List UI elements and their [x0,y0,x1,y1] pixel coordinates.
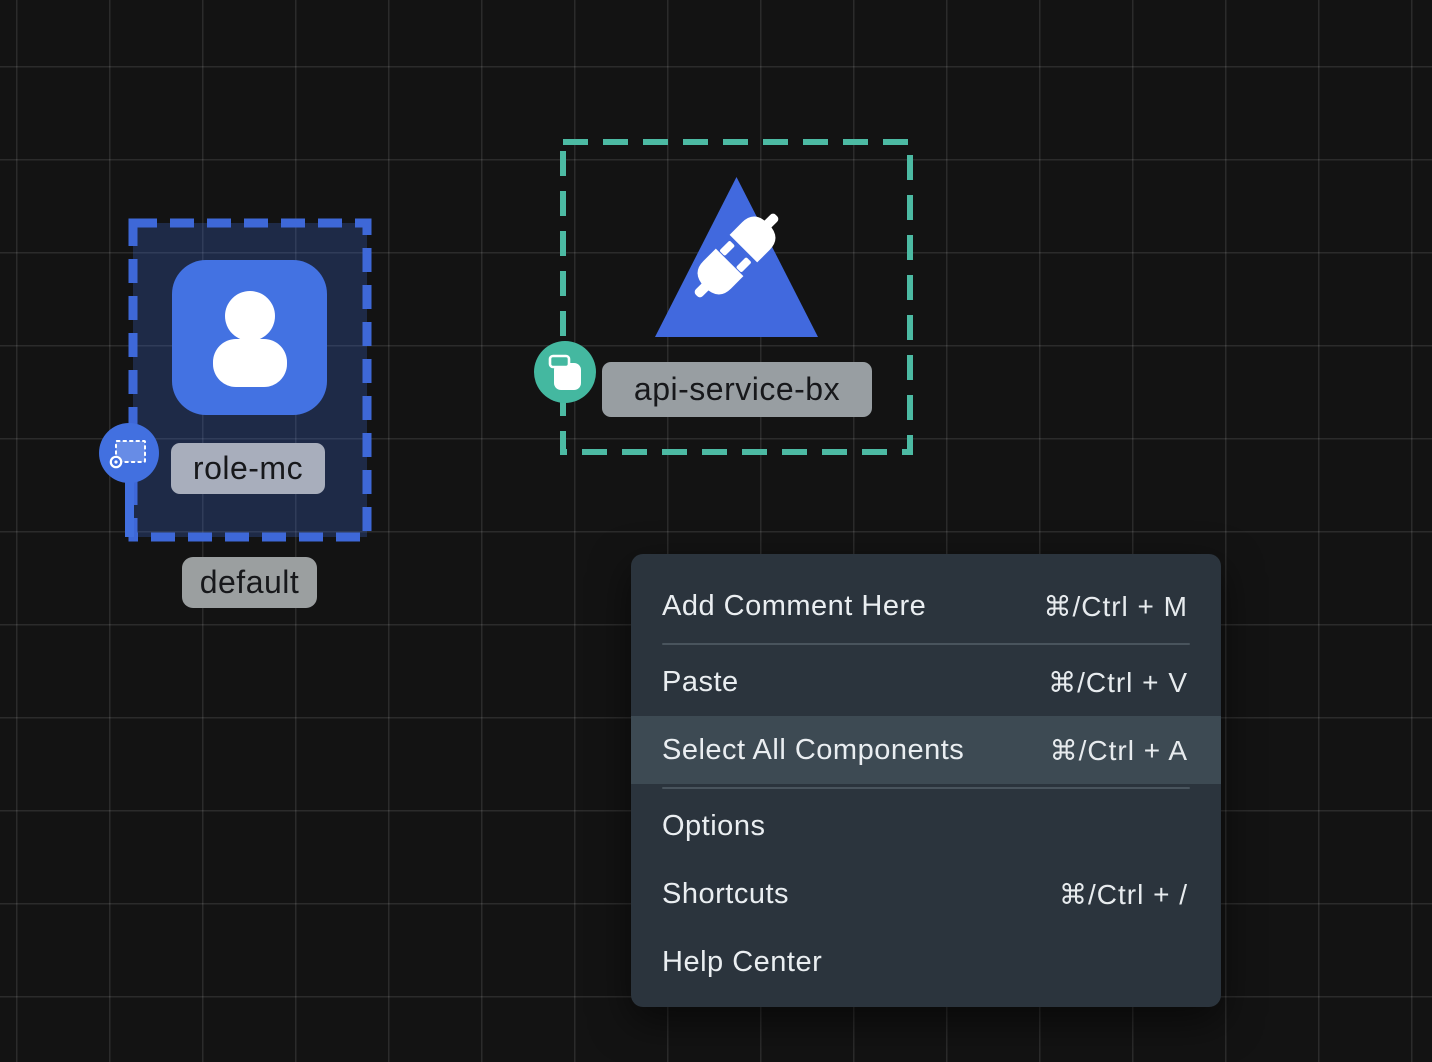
marquee-selection-icon [107,435,151,471]
save-icon [545,352,585,392]
menu-item-paste[interactable]: Paste ⌘/Ctrl + V [631,648,1221,716]
menu-item-shortcut: ⌘/Ctrl + M [1043,590,1188,623]
role-node-tag[interactable]: default [182,557,317,608]
menu-item-label: Help Center [662,946,822,979]
user-icon [172,260,327,415]
api-node-label-text: api-service-bx [634,371,840,408]
menu-item-help-center[interactable]: Help Center [631,928,1221,996]
role-node-label[interactable]: role-mc [171,443,325,494]
menu-divider [662,787,1190,789]
context-menu: Add Comment Here ⌘/Ctrl + M Paste ⌘/Ctrl… [631,554,1221,1007]
menu-divider [662,643,1190,645]
role-node[interactable] [172,260,327,415]
menu-item-shortcut: ⌘/Ctrl + V [1048,666,1188,699]
api-save-badge[interactable] [534,341,596,403]
role-selection-badge[interactable] [99,423,159,483]
menu-item-options[interactable]: Options [631,792,1221,860]
menu-item-label: Paste [662,666,739,699]
api-node-label[interactable]: api-service-bx [602,362,872,417]
menu-item-shortcut: ⌘/Ctrl + A [1050,734,1188,767]
menu-item-label: Shortcuts [662,878,789,911]
menu-item-shortcuts[interactable]: Shortcuts ⌘/Ctrl + / [631,860,1221,928]
menu-item-add-comment[interactable]: Add Comment Here ⌘/Ctrl + M [631,572,1221,640]
role-badge-stem [125,479,134,537]
role-node-label-text: role-mc [193,450,303,487]
menu-item-label: Select All Components [662,734,964,767]
plug-icon [678,197,795,314]
menu-item-label: Add Comment Here [662,590,926,623]
canvas[interactable]: role-mc default [0,0,1432,1062]
menu-item-label: Options [662,810,765,843]
role-node-tag-text: default [200,564,300,601]
menu-item-select-all-components[interactable]: Select All Components ⌘/Ctrl + A [631,716,1221,784]
menu-item-shortcut: ⌘/Ctrl + / [1059,878,1188,911]
